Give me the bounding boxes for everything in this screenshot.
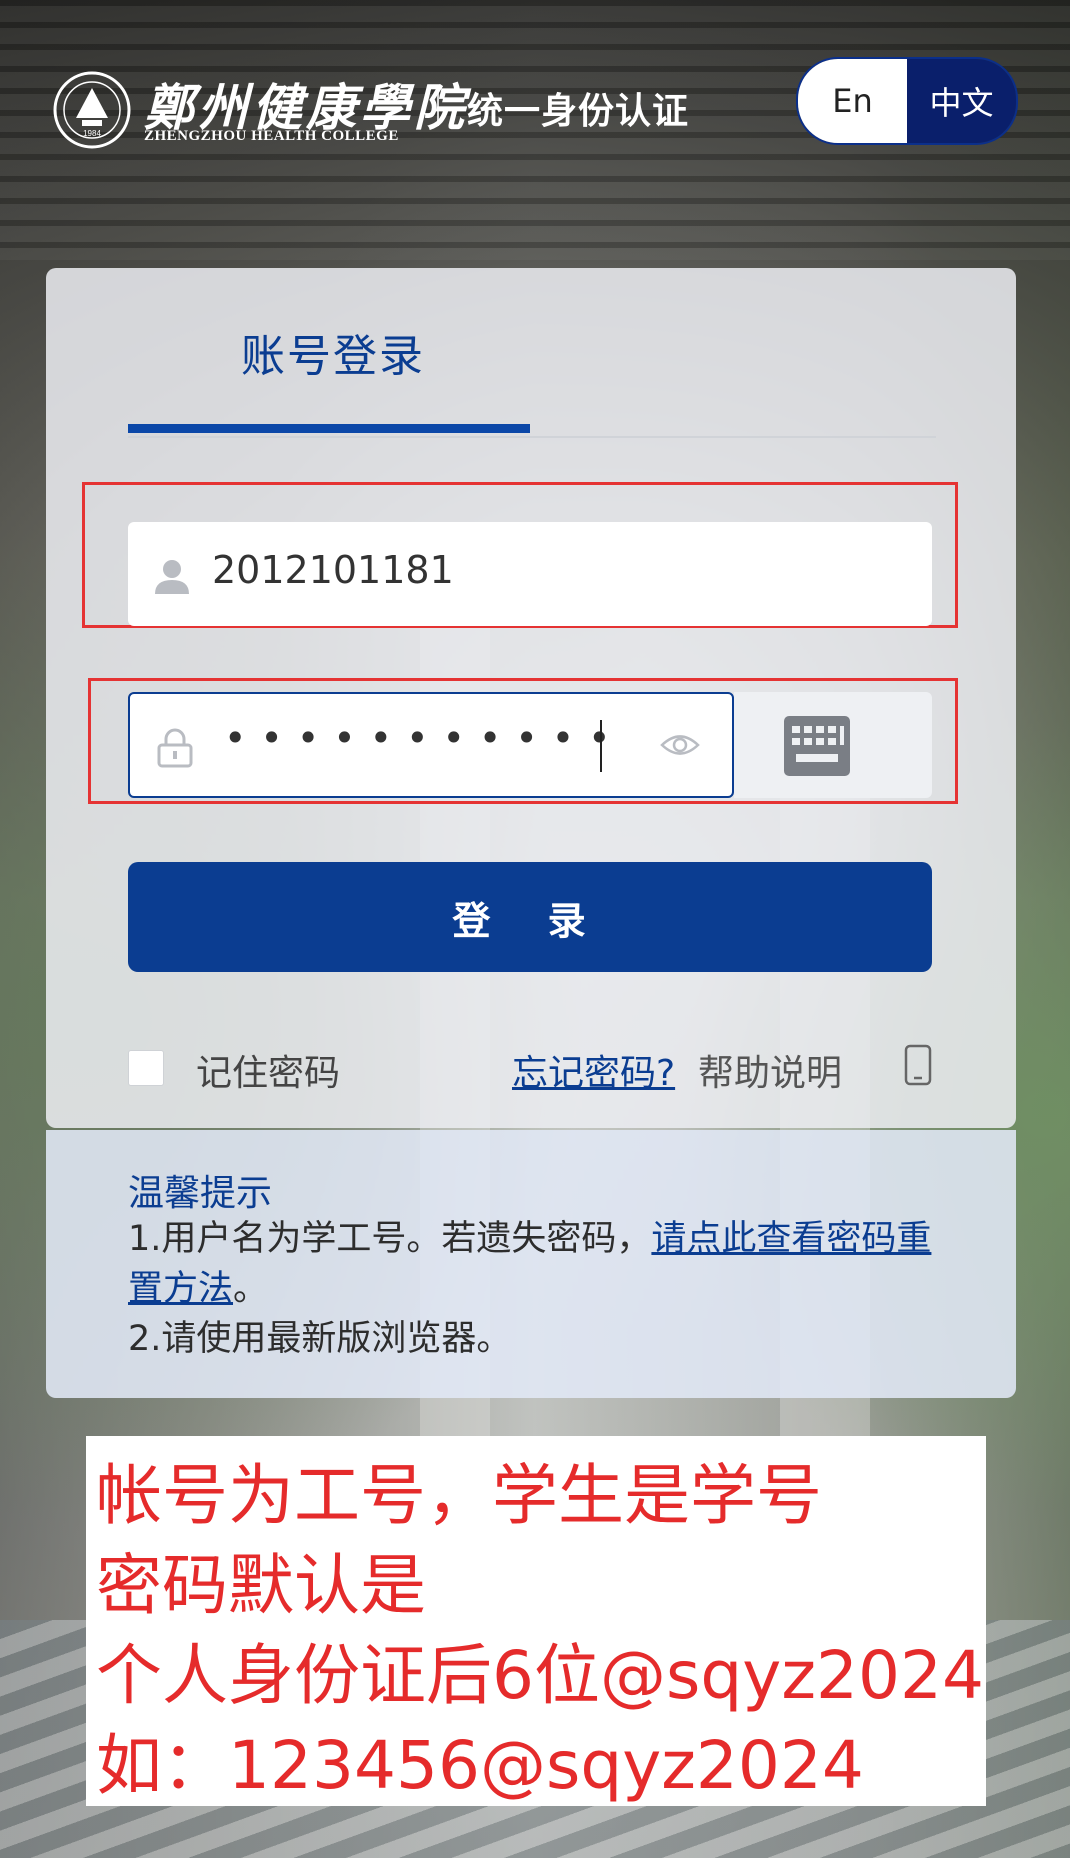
tip-line1-text: 1.用户名为学工号。若遗失密码， [128, 1219, 652, 1259]
language-zh-button[interactable]: 中文 [907, 59, 1016, 143]
help-link[interactable]: 帮助说明 [698, 1044, 842, 1096]
text-caret [600, 720, 602, 772]
annotation-line-2: 密码默认是 [96, 1547, 426, 1624]
keyboard-icon [784, 716, 850, 776]
tips-body: 1.用户名为学工号。若遗失密码，请点此查看密码重置方法。 2.请使用最新版浏览器… [128, 1214, 948, 1364]
username-value[interactable]: 2012101181 [212, 548, 454, 592]
svg-text:1984: 1984 [83, 129, 101, 138]
eye-icon[interactable] [660, 730, 700, 760]
header-divider [437, 90, 439, 126]
page-title: 统一身份认证 [467, 91, 690, 132]
login-button[interactable]: 登 录 [128, 862, 932, 972]
mobile-phone-icon[interactable] [904, 1044, 932, 1086]
language-en-button[interactable]: En [798, 59, 907, 143]
tip-line1-suffix: 。 [233, 1269, 269, 1309]
tips-panel: 温馨提示 1.用户名为学工号。若遗失密码，请点此查看密码重置方法。 2.请使用最… [46, 1130, 1016, 1398]
annotation-line-4: 如：123456@sqyz2024 [96, 1727, 864, 1804]
tip-line2-text: 2.请使用最新版浏览器。 [128, 1319, 512, 1359]
college-name-en: ZHENGZHOU HEALTH COLLEGE [144, 128, 399, 144]
annotation-line-1: 帐号为工号，学生是学号 [96, 1457, 822, 1534]
lock-icon [157, 728, 193, 768]
user-icon [155, 560, 189, 594]
login-card: 账号登录 2012101181 ••••••••••• 登 录 记住密码 忘记密… [46, 268, 1016, 1128]
password-field[interactable]: ••••••••••• [128, 692, 734, 798]
remember-password-label[interactable]: 记住密码 [196, 1044, 340, 1096]
remember-password-checkbox[interactable] [128, 1050, 164, 1086]
forgot-password-link[interactable]: 忘记密码? [512, 1044, 675, 1096]
tab-divider [128, 436, 936, 438]
tab-active-indicator [128, 424, 530, 433]
college-emblem-icon: 1984 [53, 71, 131, 149]
tips-title: 温馨提示 [128, 1173, 273, 1214]
annotation-line-3: 个人身份证后6位@sqyz2024 [96, 1637, 984, 1714]
header: 1984 鄭州健康學院 ZHENGZHOU HEALTH COLLEGE 统一身… [52, 60, 752, 160]
annotation-note: 帐号为工号，学生是学号 密码默认是 个人身份证后6位@sqyz2024 如：12… [86, 1436, 986, 1806]
virtual-keyboard-button[interactable] [734, 692, 932, 798]
password-mask[interactable]: ••••••••••• [224, 716, 625, 760]
options-row: 记住密码 忘记密码? 帮助说明 [128, 1038, 932, 1098]
language-switch: En 中文 [796, 57, 1018, 145]
username-field[interactable]: 2012101181 [128, 522, 932, 626]
tab-account-login[interactable]: 账号登录 [241, 320, 425, 384]
